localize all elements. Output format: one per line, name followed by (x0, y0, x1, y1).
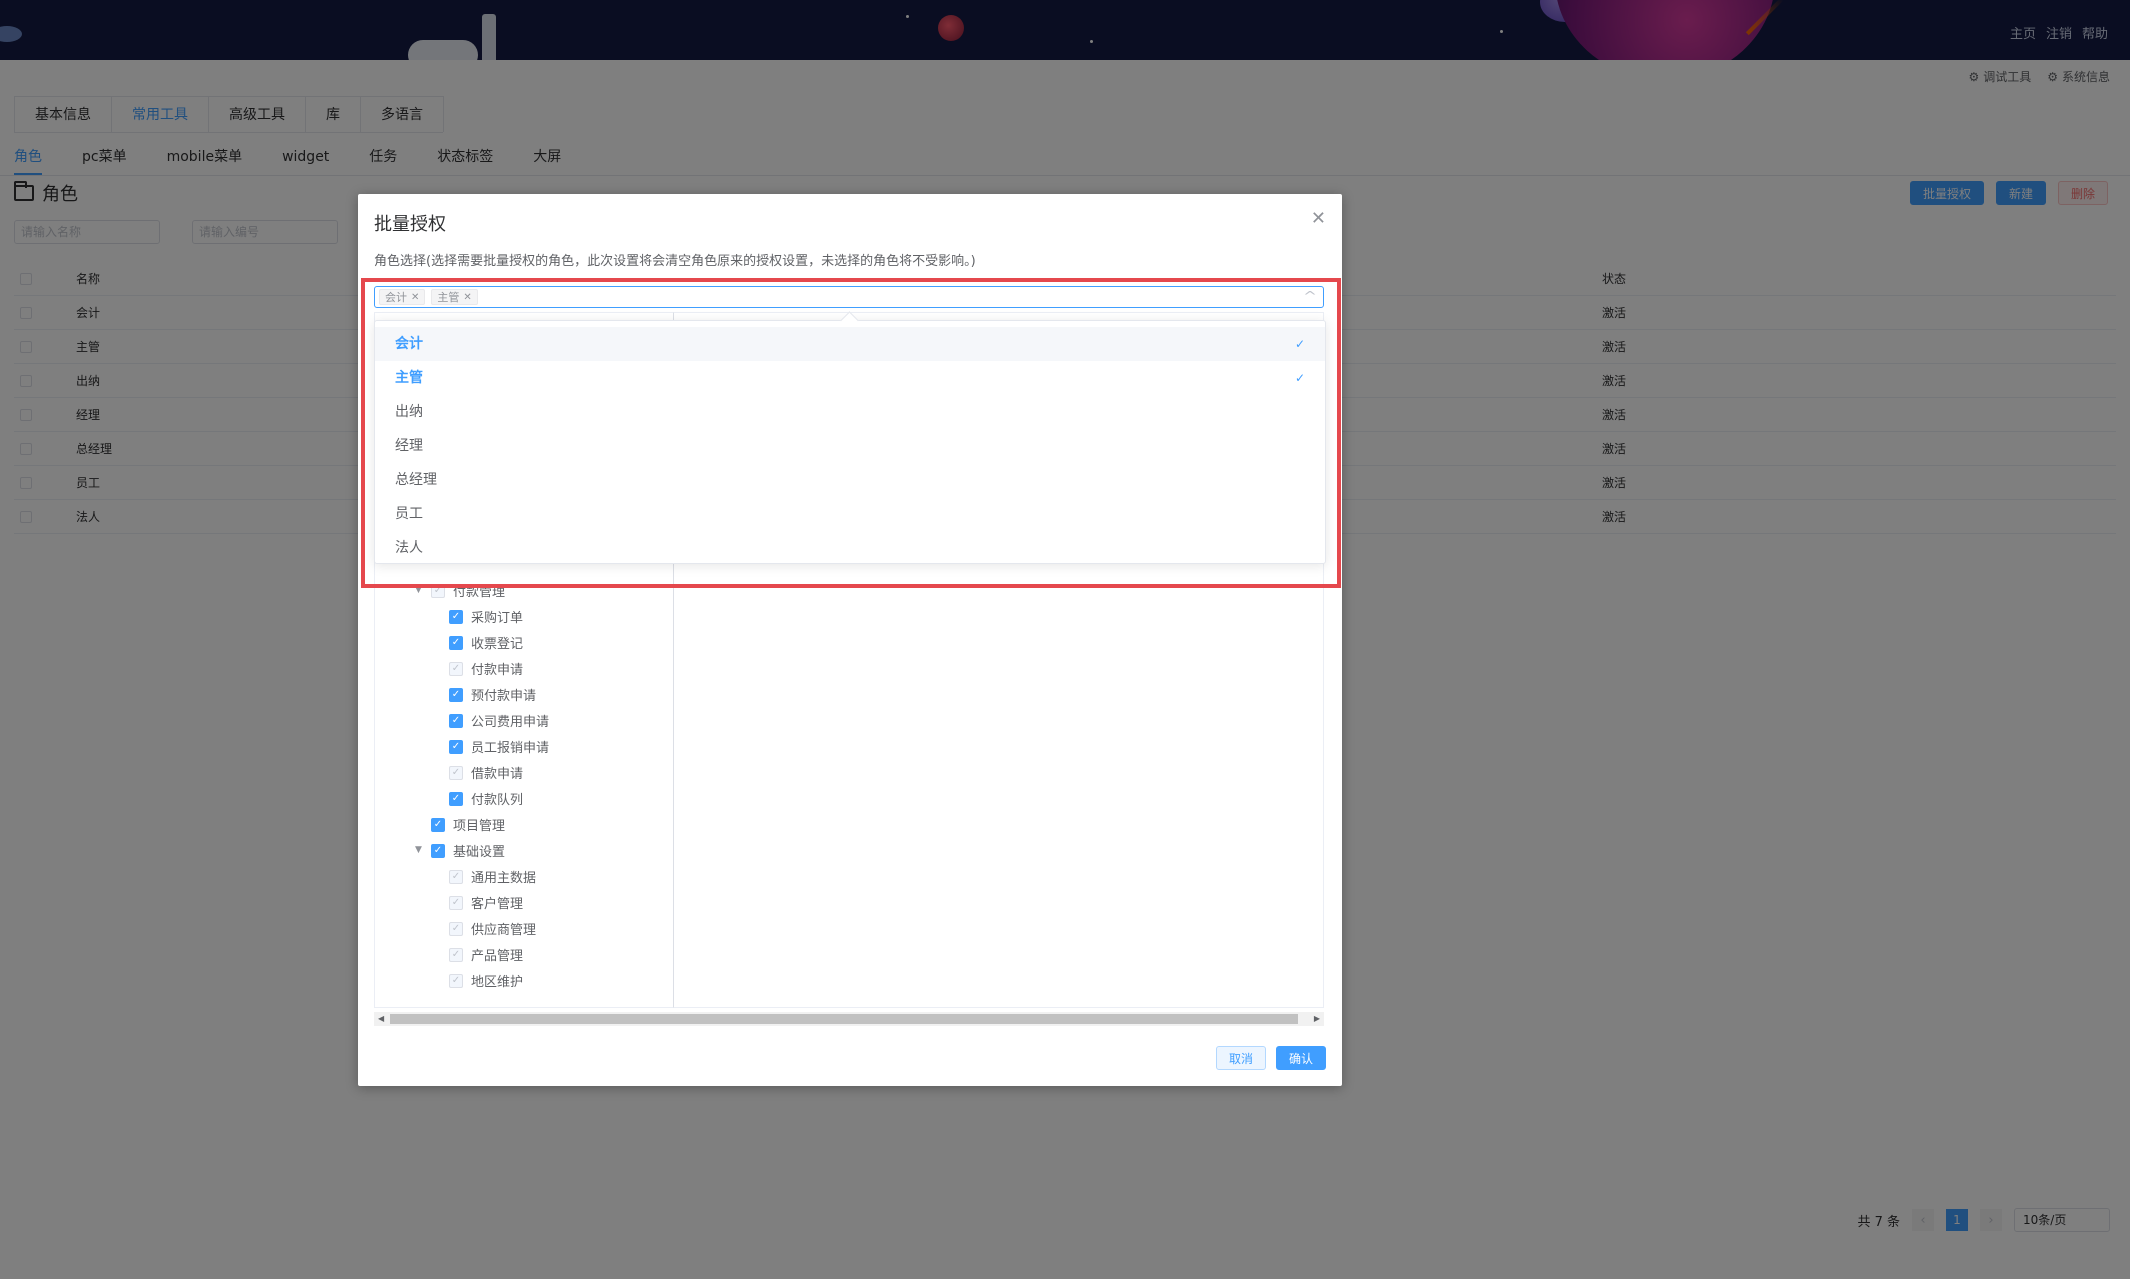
tree-node[interactable]: ✓ 供应商管理 (449, 919, 536, 938)
tree-checkbox[interactable]: ✓ (449, 609, 463, 624)
check-icon: ✓ (1294, 337, 1305, 351)
tree-node[interactable]: ✓ 基础设置 (431, 841, 505, 860)
tree-checkbox[interactable]: ✓ (449, 661, 463, 676)
selected-tag: 主管 ✕ (431, 289, 478, 305)
scroll-left-icon[interactable]: ◀ (378, 1012, 384, 1026)
tree-node[interactable]: ✓ 地区维护 (449, 971, 523, 990)
close-icon[interactable]: ✕ (1311, 208, 1326, 229)
tree-checkbox[interactable]: ✓ (449, 791, 463, 806)
tree-node[interactable]: ✓ 收票登记 (449, 633, 523, 652)
option-item[interactable]: 主管 ✓ (375, 361, 1325, 395)
role-dropdown: 会计 ✓ 主管 ✓ 出纳 经理 总经理 员工 法人 (374, 320, 1326, 564)
tree-checkbox[interactable]: ✓ (449, 973, 463, 988)
selected-tag: 会计 ✕ (379, 289, 426, 305)
option-item[interactable]: 员工 (375, 497, 1325, 531)
chevron-up-icon[interactable]: ^ (1303, 289, 1317, 303)
option-item[interactable]: 经理 (375, 429, 1325, 463)
option-item[interactable]: 出纳 (375, 395, 1325, 429)
option-item[interactable]: 会计 ✓ (375, 327, 1325, 361)
tree-node[interactable]: ✓ 预付款申请 (449, 685, 536, 704)
option-item[interactable]: 法人 (375, 531, 1325, 565)
dialog-footer: 取消 确认 (1215, 1046, 1326, 1070)
tree-checkbox[interactable]: ✓ (449, 895, 463, 910)
cancel-button[interactable]: 取消 (1215, 1046, 1266, 1070)
tree-node[interactable]: ✓ 付款队列 (449, 789, 523, 808)
tree-checkbox[interactable]: ✓ (431, 583, 445, 598)
tree-checkbox[interactable]: ✓ (449, 739, 463, 754)
check-icon: ✓ (1294, 371, 1305, 385)
option-item[interactable]: 总经理 (375, 463, 1325, 497)
tree-checkbox[interactable]: ✓ (431, 817, 445, 832)
tree-checkbox[interactable]: ✓ (449, 687, 463, 702)
tree-checkbox[interactable]: ✓ (449, 947, 463, 962)
close-icon[interactable]: ✕ (463, 292, 471, 303)
tree-node[interactable]: ✓ 通用主数据 (449, 867, 536, 886)
caret-down-icon[interactable]: ▼ (415, 845, 422, 855)
scrollbar-thumb[interactable] (390, 1014, 1298, 1024)
tree-node[interactable]: ✓ 付款管理 (431, 581, 505, 600)
tree-node[interactable]: ✓ 产品管理 (449, 945, 523, 964)
batch-authorize-dialog: 批量授权 ✕ 角色选择(选择需要批量授权的角色，此次设置将会清空角色原来的授权设… (358, 194, 1342, 1086)
close-icon[interactable]: ✕ (411, 292, 419, 303)
caret-down-icon[interactable]: ▼ (415, 585, 422, 595)
tree-node[interactable]: ✓ 员工报销申请 (449, 737, 549, 756)
horizontal-scrollbar[interactable]: ◀ ▶ (374, 1012, 1324, 1026)
tree-node[interactable]: ✓ 公司费用申请 (449, 711, 549, 730)
tree-node[interactable]: ✓ 客户管理 (449, 893, 523, 912)
tree-node[interactable]: ✓ 付款申请 (449, 659, 523, 678)
tree-checkbox[interactable]: ✓ (449, 921, 463, 936)
tree-checkbox[interactable]: ✓ (449, 869, 463, 884)
tree-checkbox[interactable]: ✓ (431, 843, 445, 858)
tree-checkbox[interactable]: ✓ (449, 635, 463, 650)
dialog-title: 批量授权 (374, 214, 446, 235)
tree-node[interactable]: ✓ 项目管理 (431, 815, 505, 834)
tree-node[interactable]: ✓ 借款申请 (449, 763, 523, 782)
tree-node[interactable]: ✓ 采购订单 (449, 607, 523, 626)
tree-checkbox[interactable]: ✓ (449, 765, 463, 780)
confirm-button[interactable]: 确认 (1275, 1046, 1326, 1070)
dialog-description: 角色选择(选择需要批量授权的角色，此次设置将会清空角色原来的授权设置，未选择的角… (374, 254, 976, 269)
role-multi-select[interactable]: 会计 ✕ 主管 ✕ ^ (374, 286, 1324, 308)
tree-checkbox[interactable]: ✓ (449, 713, 463, 728)
scroll-right-icon[interactable]: ▶ (1314, 1012, 1320, 1026)
